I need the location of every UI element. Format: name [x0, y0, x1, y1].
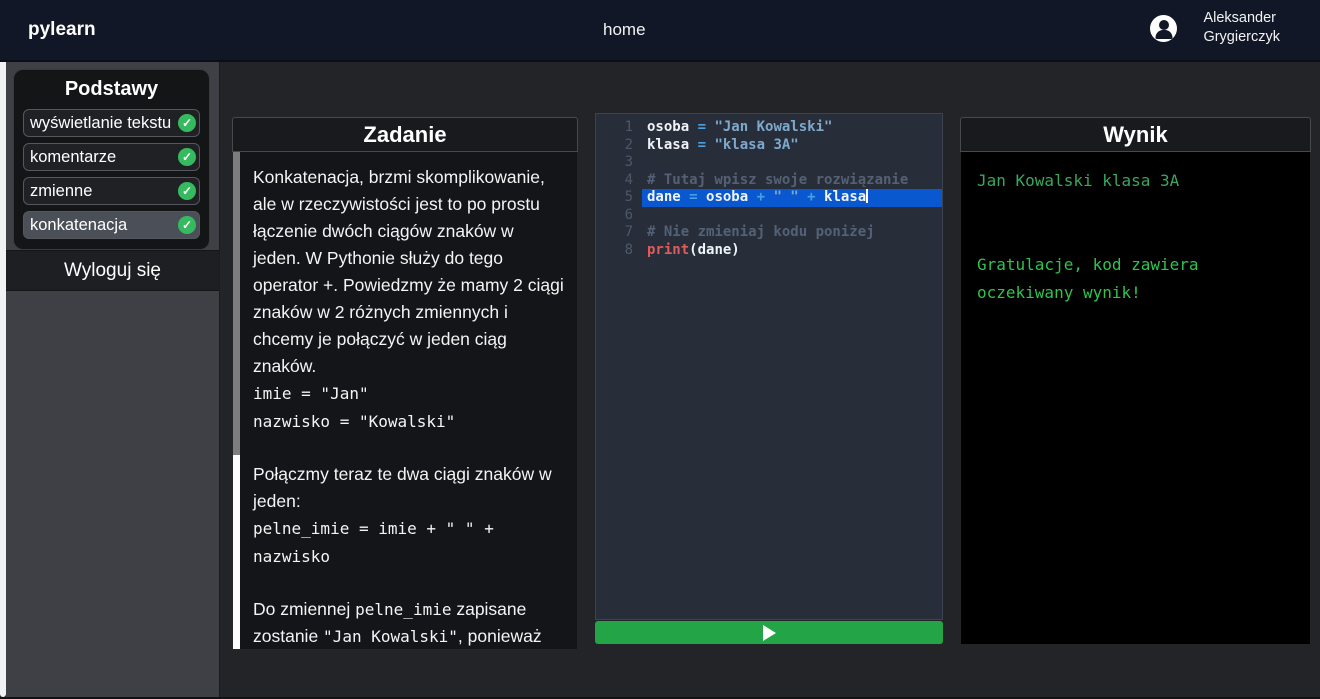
task-inline-code: "Jan Kowalski" — [323, 627, 458, 646]
text-cursor — [866, 189, 868, 203]
user-name: Aleksander Grygierczyk — [1203, 9, 1280, 47]
sidebar-item-wyświetlanie-tekstu[interactable]: wyświetlanie tekstu ✓ — [23, 109, 200, 137]
code-token: = — [698, 137, 715, 153]
code-token: # Nie zmieniaj kodu poniżej — [647, 224, 875, 240]
code-token: + — [807, 189, 824, 205]
output-panel: Wynik Jan Kowalski klasa 3A Gratulacje, … — [960, 117, 1311, 645]
code-token: "Jan Kowalski" — [714, 119, 832, 135]
task-spacer — [253, 571, 565, 596]
task-paragraph-3-text: Do zmiennej — [253, 599, 355, 619]
user-menu[interactable]: Aleksander Grygierczyk — [1150, 9, 1280, 47]
editor-line-content[interactable]: klasa = "klasa 3A" — [642, 137, 942, 155]
task-panel: Zadanie Konkatenacja, brzmi skomplikowan… — [232, 117, 578, 650]
code-token: klasa — [824, 189, 866, 205]
editor-line-6[interactable]: 6 — [596, 207, 942, 225]
check-icon: ✓ — [178, 114, 196, 132]
task-code-line: imie = "Jan" — [253, 380, 565, 408]
code-token: klasa — [647, 137, 698, 153]
task-scrollbar-thumb[interactable] — [233, 152, 240, 455]
line-number: 7 — [596, 224, 642, 242]
editor-line-4[interactable]: 4 # Tutaj wpisz swoje rozwiązanie — [596, 172, 942, 190]
check-icon: ✓ — [178, 216, 196, 234]
code-token: print — [647, 242, 689, 258]
line-number: 8 — [596, 242, 642, 260]
task-panel-header: Zadanie — [232, 117, 578, 152]
sidebar-item-label: zmienne — [30, 182, 92, 200]
nav-link-home[interactable]: home — [603, 20, 646, 40]
line-number: 2 — [596, 137, 642, 155]
success-message: Gratulacje, kod zawiera oczekiwany wynik… — [977, 251, 1294, 307]
play-icon — [763, 625, 776, 641]
code-token: "klasa 3A" — [714, 137, 798, 153]
editor-line-8[interactable]: 8print(dane) — [596, 242, 942, 260]
code-token: (dane) — [689, 242, 740, 258]
editor-column: 1osoba = "Jan Kowalski"2klasa = "klasa 3… — [595, 113, 943, 644]
user-name-line1: Aleksander — [1203, 9, 1280, 28]
task-code-line: nazwisko = "Kowalski" — [253, 408, 565, 436]
editor-line-3[interactable]: 3 — [596, 154, 942, 172]
editor-line-content[interactable]: osoba = "Jan Kowalski" — [642, 119, 942, 137]
task-paragraph-3: Do zmiennej pelne_imie zapisane zostanie… — [253, 599, 542, 646]
sidebar-item-zmienne[interactable]: zmienne ✓ — [23, 177, 200, 205]
code-token: = — [698, 119, 715, 135]
code-token: = — [689, 189, 706, 205]
code-token: " " — [773, 189, 807, 205]
check-icon: ✓ — [178, 182, 196, 200]
editor-line-5[interactable]: 5dane = osoba + " " + klasa — [596, 189, 942, 207]
top-navbar: pylearn home Aleksander Grygierczyk — [0, 0, 1320, 62]
line-number: 4 — [596, 172, 642, 190]
task-panel-title: Zadanie — [363, 122, 446, 148]
line-number: 5 — [596, 189, 642, 207]
sidebar-item-label: wyświetlanie tekstu — [30, 114, 171, 132]
editor-line-content[interactable]: # Tutaj wpisz swoje rozwiązanie — [642, 172, 942, 190]
task-code-block-1: imie = "Jan" nazwisko = "Kowalski" — [253, 380, 565, 436]
code-editor[interactable]: 1osoba = "Jan Kowalski"2klasa = "klasa 3… — [595, 113, 943, 620]
task-paragraph-1: Konkatenacja, brzmi skomplikowanie, ale … — [253, 167, 564, 376]
run-code-button[interactable] — [595, 621, 943, 644]
logout-button[interactable]: Wyloguj się — [6, 250, 219, 291]
brand-logo[interactable]: pylearn — [28, 19, 96, 41]
editor-line-1[interactable]: 1osoba = "Jan Kowalski" — [596, 119, 942, 137]
sidebar-item-label: komentarze — [30, 148, 116, 166]
lessons-card: Podstawy wyświetlanie tekstu ✓ komentarze ✓… — [13, 69, 210, 250]
editor-line-content[interactable] — [642, 207, 942, 225]
code-token: # Tutaj wpisz swoje rozwiązanie — [647, 172, 908, 188]
line-number: 6 — [596, 207, 642, 225]
editor-line-content[interactable]: dane = osoba + " " + klasa — [642, 189, 942, 207]
editor-line-2[interactable]: 2klasa = "klasa 3A" — [596, 137, 942, 155]
program-output-text: Jan Kowalski klasa 3A — [977, 167, 1294, 195]
code-token: + — [757, 189, 774, 205]
task-scrollbar[interactable] — [233, 152, 240, 649]
code-token: osoba — [647, 119, 698, 135]
output-panel-header: Wynik — [960, 117, 1311, 152]
task-spacer — [253, 436, 565, 461]
task-content: Konkatenacja, brzmi skomplikowanie, ale … — [253, 164, 565, 650]
editor-line-content[interactable]: # Nie zmieniaj kodu poniżej — [642, 224, 942, 242]
output-console: Jan Kowalski klasa 3A Gratulacje, kod za… — [960, 152, 1311, 645]
editor-line-7[interactable]: 7 # Nie zmieniaj kodu poniżej — [596, 224, 942, 242]
user-icon-head — [1159, 20, 1169, 30]
lessons-list: wyświetlanie tekstu✓komentarze✓zmienne✓k… — [23, 109, 200, 239]
sidebar-item-label: konkatenacja — [30, 216, 127, 234]
user-circle-icon[interactable] — [1150, 15, 1177, 42]
task-code-block-2: pelne_imie = imie + " " + nazwisko — [253, 515, 565, 571]
sidebar-item-komentarze[interactable]: komentarze ✓ — [23, 143, 200, 171]
line-number: 1 — [596, 119, 642, 137]
code-token: dane — [647, 189, 689, 205]
check-icon: ✓ — [178, 148, 196, 166]
lessons-section-title: Podstawy — [23, 78, 200, 101]
code-token: osoba — [706, 189, 757, 205]
user-name-line2: Grygierczyk — [1203, 28, 1280, 47]
sidebar-item-konkatenacja[interactable]: konkatenacja ✓ — [23, 211, 200, 239]
task-paragraph-3-text: , ponieważ — [458, 626, 542, 646]
task-body: Konkatenacja, brzmi skomplikowanie, ale … — [232, 152, 578, 650]
editor-line-content[interactable] — [642, 154, 942, 172]
output-panel-title: Wynik — [1103, 122, 1167, 148]
line-number: 3 — [596, 154, 642, 172]
task-paragraph-2: Połączmy teraz te dwa ciągi znaków w jed… — [253, 464, 552, 511]
editor-line-content[interactable]: print(dane) — [642, 242, 942, 260]
user-icon-shoulders — [1155, 30, 1172, 39]
sidebar: Podstawy wyświetlanie tekstu ✓ komentarze ✓… — [6, 62, 220, 697]
task-inline-code: pelne_imie — [355, 600, 451, 619]
